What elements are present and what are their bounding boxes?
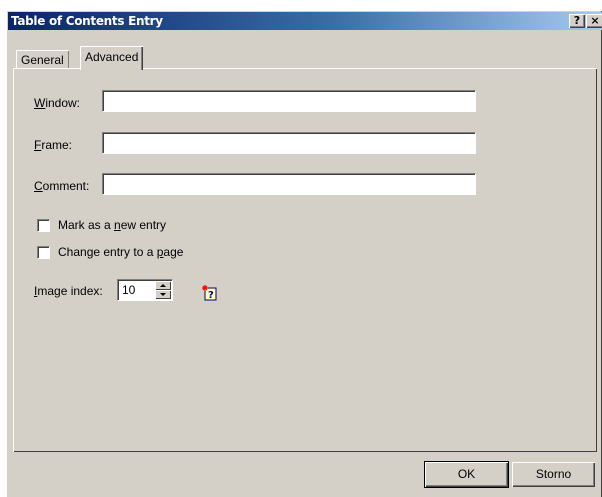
mark-new-entry-label[interactable]: Mark as a new entry <box>58 218 166 232</box>
comment-input[interactable] <box>102 173 476 195</box>
window-input[interactable] <box>102 90 476 112</box>
tab-general[interactable]: General <box>16 50 69 68</box>
change-to-page-label-pre: Change entry to a <box>58 245 157 259</box>
mark-new-entry-label-post: ew entry <box>120 218 167 232</box>
image-index-label-rest: mage index: <box>37 284 103 298</box>
cancel-button[interactable]: Storno <box>512 462 595 487</box>
change-to-page-checkbox[interactable] <box>37 245 50 259</box>
frame-input[interactable] <box>102 132 476 154</box>
window-title: Table of Contents Entry <box>11 14 163 28</box>
window-label-rest: indow: <box>45 96 81 110</box>
ok-button[interactable]: OK <box>425 462 508 487</box>
arrow-down-icon <box>160 293 166 296</box>
tab-panel-advanced <box>13 68 597 452</box>
close-button[interactable]: × <box>586 14 602 28</box>
mark-new-entry-row[interactable]: Mark as a new entry <box>37 218 166 232</box>
spinner-buttons <box>155 281 171 299</box>
help-book-icon: ? <box>202 285 217 301</box>
image-index-value[interactable]: 10 <box>122 283 135 297</box>
window-label: Window: <box>34 96 80 110</box>
frame-label-rest: rame: <box>41 138 73 152</box>
title-bar[interactable]: Table of Contents Entry ? × <box>8 12 602 30</box>
spin-down-button[interactable] <box>155 290 171 299</box>
spin-up-button[interactable] <box>155 281 171 290</box>
frame-label: Frame: <box>34 138 72 152</box>
tab-advanced[interactable]: Advanced <box>80 46 144 70</box>
change-to-page-row[interactable]: Change entry to a page <box>37 245 183 259</box>
comment-label-key: C <box>34 179 43 193</box>
comment-label-rest: omment: <box>42 179 90 193</box>
image-index-label: Image index: <box>34 284 103 298</box>
svg-text:?: ? <box>208 290 214 301</box>
window-label-key: W <box>34 96 46 110</box>
image-index-spinner[interactable]: 10 <box>117 279 173 301</box>
change-to-page-label[interactable]: Change entry to a page <box>58 245 183 259</box>
mark-new-entry-checkbox[interactable] <box>37 218 50 232</box>
help-button[interactable]: ? <box>569 14 585 28</box>
mark-new-entry-label-pre: Mark as a <box>58 218 115 232</box>
arrow-up-icon <box>160 284 166 287</box>
comment-label: Comment: <box>34 179 89 193</box>
mark-new-entry-label-key: n <box>114 218 121 232</box>
change-to-page-label-post: age <box>163 245 184 259</box>
